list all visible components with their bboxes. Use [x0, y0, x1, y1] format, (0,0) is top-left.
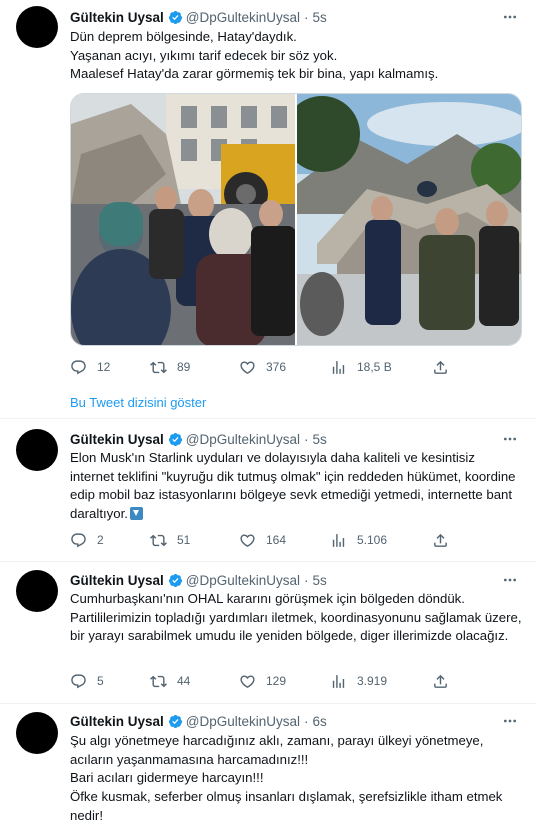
like-button[interactable]: 376 [239, 359, 286, 376]
reply-count: 2 [97, 533, 104, 547]
tweet-text: Elon Musk'ın Starlink uyduları ve dolayı… [70, 449, 522, 524]
show-thread-link[interactable]: Bu Tweet dizisini göster [70, 395, 206, 410]
share-button[interactable] [432, 532, 449, 549]
retweet-count: 89 [177, 360, 191, 374]
like-icon [240, 360, 255, 374]
retweet-button[interactable]: 89 [150, 359, 190, 376]
like-icon [240, 674, 255, 688]
media-photo-2[interactable] [297, 94, 521, 345]
like-count: 376 [266, 360, 287, 374]
more-icon [504, 578, 516, 582]
reply-count: 12 [97, 360, 111, 374]
retweet-icon [150, 361, 167, 373]
tweet-actions: 12 89 376 18,5 B [70, 357, 522, 377]
views-button[interactable]: 5.106 [330, 532, 387, 549]
separator-dot: · [304, 713, 309, 729]
more-icon [504, 719, 516, 723]
tweet-header: Gültekin Uysal @DpGultekinUysal · 5s [70, 570, 327, 590]
reply-icon [71, 359, 86, 374]
timestamp[interactable]: 5s [313, 10, 327, 25]
share-button[interactable] [432, 359, 449, 376]
timestamp[interactable]: 5s [313, 432, 327, 447]
author-name[interactable]: Gültekin Uysal [70, 714, 164, 729]
reply-count: 5 [97, 674, 104, 688]
author-name[interactable]: Gültekin Uysal [70, 573, 164, 588]
retweet-count: 44 [177, 674, 191, 688]
views-count: 18,5 B [357, 360, 392, 374]
tweet-actions: 2 51 164 5.106 [70, 530, 522, 550]
share-icon [434, 360, 447, 374]
views-icon [332, 674, 345, 688]
views-icon [332, 360, 345, 374]
tweet-media[interactable] [70, 93, 522, 346]
like-count: 164 [266, 533, 287, 547]
separator-dot: · [304, 572, 309, 588]
reply-button[interactable]: 12 [70, 359, 110, 376]
timestamp[interactable]: 6s [313, 714, 327, 729]
retweet-button[interactable]: 51 [150, 532, 190, 549]
avatar[interactable] [16, 429, 58, 471]
retweet-icon [150, 675, 167, 687]
tweet-text-body: Şu algı yönetmeye harcadığınız aklı, zam… [70, 733, 503, 821]
views-count: 3.919 [357, 674, 388, 688]
avatar[interactable] [16, 570, 58, 612]
tweet-text: Cumhurbaşkanı'nın OHAL kararını görüşmek… [70, 590, 522, 646]
tweet-header: Gültekin Uysal @DpGultekinUysal · 6s [70, 711, 327, 731]
like-button[interactable]: 164 [239, 532, 286, 549]
more-options-button[interactable] [500, 570, 520, 590]
like-count: 129 [266, 674, 287, 688]
retweet-icon [150, 534, 167, 546]
views-count: 5.106 [357, 533, 388, 547]
separator-dot: · [304, 431, 309, 447]
views-button[interactable]: 18,5 B [330, 359, 392, 376]
reply-icon [71, 673, 86, 688]
author-handle[interactable]: @DpGultekinUysal [186, 10, 300, 25]
more-options-button[interactable] [500, 7, 520, 27]
verified-badge-icon [168, 10, 182, 24]
tweet-header: Gültekin Uysal @DpGultekinUysal · 5s [70, 429, 327, 449]
more-options-button[interactable] [500, 711, 520, 731]
more-icon [504, 437, 516, 441]
views-icon [332, 533, 345, 547]
tweet-actions: 5 44 129 3.919 [70, 671, 522, 691]
retweet-button[interactable]: 44 [150, 673, 190, 690]
like-button[interactable]: 129 [239, 673, 286, 690]
tweet-text-body: Cumhurbaşkanı'nın OHAL kararını görüşmek… [70, 591, 522, 644]
arrow-down-emoji [129, 507, 143, 521]
share-icon [434, 533, 447, 547]
retweet-count: 51 [177, 533, 191, 547]
tweet-text-body: Dün deprem bölgesinde, Hatay'daydık. Yaş… [70, 29, 439, 82]
author-handle[interactable]: @DpGultekinUysal [186, 714, 300, 729]
avatar[interactable] [16, 6, 58, 48]
author-name[interactable]: Gültekin Uysal [70, 432, 164, 447]
verified-badge-icon [168, 573, 182, 587]
views-button[interactable]: 3.919 [330, 673, 387, 690]
tweet-3[interactable]: Gültekin Uysal @DpGultekinUysal · 5s Cum… [0, 562, 536, 703]
verified-badge-icon [168, 432, 182, 446]
verified-badge-icon [168, 714, 182, 728]
share-icon [434, 674, 447, 688]
photo-mountain-rubble [297, 94, 521, 345]
timestamp[interactable]: 5s [313, 573, 327, 588]
author-handle[interactable]: @DpGultekinUysal [186, 432, 300, 447]
more-options-button[interactable] [500, 429, 520, 449]
share-button[interactable] [432, 673, 449, 690]
author-handle[interactable]: @DpGultekinUysal [186, 573, 300, 588]
tweet-text: Şu algı yönetmeye harcadığınız aklı, zam… [70, 732, 522, 821]
like-icon [240, 533, 255, 547]
more-icon [504, 15, 516, 19]
tweet-4[interactable]: Gültekin Uysal @DpGultekinUysal · 6s Şu … [0, 704, 536, 821]
separator-dot: · [304, 9, 309, 25]
tweet-header: Gültekin Uysal @DpGultekinUysal · 5s [70, 7, 327, 27]
avatar[interactable] [16, 712, 58, 754]
photo-rubble-crowd [71, 94, 295, 345]
author-name[interactable]: Gültekin Uysal [70, 10, 164, 25]
reply-button[interactable]: 2 [70, 532, 104, 549]
reply-icon [71, 532, 86, 547]
tweet-2[interactable]: Gültekin Uysal @DpGultekinUysal · 5s Elo… [0, 419, 536, 561]
tweet-1[interactable]: Gültekin Uysal @DpGultekinUysal · 5s Dün… [0, 0, 536, 415]
tweet-text: Dün deprem bölgesinde, Hatay'daydık. Yaş… [70, 28, 522, 84]
reply-button[interactable]: 5 [70, 673, 104, 690]
media-photo-1[interactable] [71, 94, 295, 345]
